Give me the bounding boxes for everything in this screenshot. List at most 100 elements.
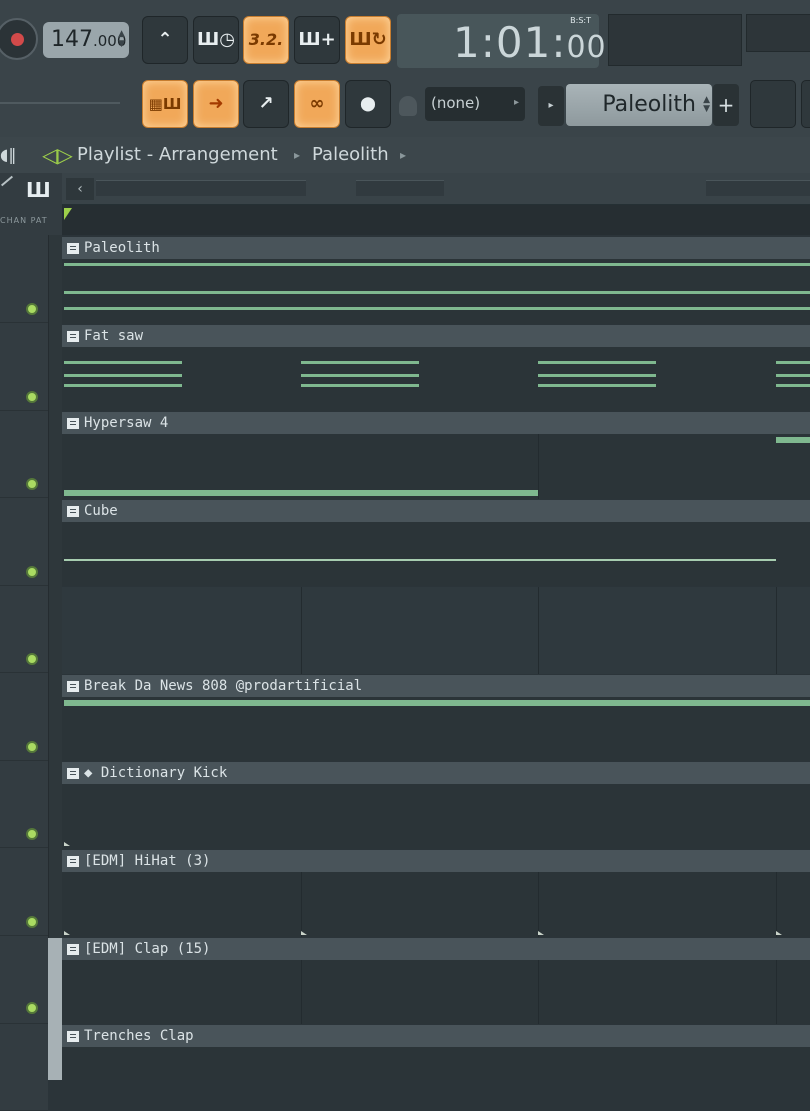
metronome-wait-button[interactable]: Ш◷: [193, 16, 239, 64]
playhead-marker[interactable]: [64, 208, 72, 220]
track-mute-led[interactable]: [26, 741, 38, 753]
clip-header[interactable]: ◆ Dictionary Kick: [62, 762, 810, 784]
track-mute-led[interactable]: [26, 828, 38, 840]
playlist-track[interactable]: [EDM] HiHat (3): [62, 850, 810, 937]
playlist-track[interactable]: Paleolith: [62, 237, 810, 324]
speaker-icon[interactable]: ◁▷: [42, 137, 73, 173]
track-mute-led[interactable]: [26, 478, 38, 490]
clip-header[interactable]: Fat saw: [62, 325, 810, 347]
snap-arrow-button[interactable]: ➜: [193, 80, 239, 128]
playlist-track[interactable]: Cube: [62, 500, 810, 586]
breadcrumb[interactable]: Paleolith: [312, 137, 389, 173]
track-mute-led[interactable]: [26, 1002, 38, 1014]
clip-header[interactable]: Cube: [62, 500, 810, 522]
clip-body[interactable]: [62, 522, 810, 586]
bar-gridline: [776, 872, 777, 937]
clip-header[interactable]: Paleolith: [62, 237, 810, 259]
clip-header[interactable]: [EDM] Clap (15): [62, 938, 810, 960]
clip-body[interactable]: [62, 434, 810, 499]
clip-header[interactable]: Trenches Clap: [62, 1025, 810, 1047]
track-header[interactable]: [0, 762, 48, 848]
track-header[interactable]: [0, 675, 48, 761]
clip-body[interactable]: [62, 697, 810, 761]
pattern-play-button[interactable]: ▸: [538, 86, 564, 126]
selected-track-indicator: [48, 938, 62, 1080]
step-edit-button[interactable]: Ш+: [294, 16, 340, 64]
toolbar: 147.000 ▲ ▼ ⌃ Ш◷ 3.2. Ш+ Ш↻ 1:01:00 B:S:T …: [0, 0, 810, 137]
clip-label: Cube: [84, 503, 118, 519]
track-header[interactable]: [0, 587, 48, 673]
tempo-display[interactable]: 147.000 ▲ ▼: [43, 22, 129, 58]
typing-keyboard-to-piano-button[interactable]: ⌃: [142, 16, 188, 64]
clip-menu-icon[interactable]: [67, 418, 79, 429]
record-button[interactable]: [0, 18, 38, 60]
note: [776, 361, 810, 364]
blend-recording-button[interactable]: ▦Ш: [142, 80, 188, 128]
track-header[interactable]: [0, 850, 48, 936]
clip-label: ◆ Dictionary Kick: [84, 765, 228, 781]
empty-track[interactable]: [62, 587, 810, 674]
timeline-ruler[interactable]: [62, 205, 810, 235]
track-header[interactable]: [0, 500, 48, 586]
clip-header[interactable]: [EDM] HiHat (3): [62, 850, 810, 872]
note: [776, 384, 810, 387]
track-mute-led[interactable]: [26, 566, 38, 578]
playlist-track[interactable]: Fat saw: [62, 325, 810, 411]
track-mute-led[interactable]: [26, 303, 38, 315]
clip-menu-icon[interactable]: [67, 1031, 79, 1042]
piano-icon[interactable]: Ш: [26, 178, 51, 202]
track-mute-led[interactable]: [26, 916, 38, 928]
clip-menu-icon[interactable]: [67, 681, 79, 692]
loop-recording-button[interactable]: Ш↻: [345, 16, 391, 64]
note: [538, 361, 656, 364]
time-display[interactable]: 1:01:00 B:S:T: [397, 14, 606, 68]
pause-icon[interactable]: ◖‖: [0, 137, 18, 173]
clip-menu-icon[interactable]: [67, 331, 79, 342]
clip-body[interactable]: [62, 1047, 810, 1080]
countdown-button[interactable]: 3.2.: [243, 16, 289, 64]
track-header[interactable]: [0, 1025, 48, 1111]
note-marker: [64, 842, 70, 846]
clip-body[interactable]: [62, 960, 810, 1024]
chain-link-button[interactable]: ∞: [294, 80, 340, 128]
current-pattern-box[interactable]: Paleolith ▲ ▼: [566, 84, 712, 126]
tempo-spinner-icon[interactable]: ▲ ▼: [118, 29, 125, 49]
master-pitch-slider[interactable]: [0, 102, 120, 104]
hat-icon: ⬤: [360, 96, 376, 112]
clip-menu-icon[interactable]: [67, 243, 79, 254]
tempo-value: 147: [51, 27, 93, 52]
track-header[interactable]: [0, 938, 48, 1024]
track-mute-led[interactable]: [26, 653, 38, 665]
playlist-track[interactable]: ◆ Dictionary Kick: [62, 762, 810, 849]
clip-header[interactable]: Hypersaw 4: [62, 412, 810, 434]
clip-header[interactable]: Break Da News 808 @prodartificial: [62, 675, 810, 697]
bar-gridline: [776, 960, 777, 1024]
playlist-track[interactable]: Break Da News 808 @prodartificial: [62, 675, 810, 761]
clip-body[interactable]: [62, 347, 810, 411]
track-header[interactable]: [0, 237, 48, 323]
clip-menu-icon[interactable]: [67, 768, 79, 779]
chain-link-icon: ∞: [309, 93, 325, 114]
playlist-track[interactable]: Hypersaw 4: [62, 412, 810, 499]
playlist-track[interactable]: Trenches Clap: [62, 1025, 810, 1080]
playlist-track[interactable]: [EDM] Clap (15): [62, 938, 810, 1024]
pattern-selector[interactable]: (none) ▸: [425, 87, 525, 121]
pattern-spinner-icon[interactable]: ▲ ▼: [703, 96, 710, 114]
clip-body[interactable]: [62, 872, 810, 937]
track-header[interactable]: [0, 325, 48, 411]
link-button[interactable]: ↗: [243, 80, 289, 128]
add-pattern-button[interactable]: +: [713, 84, 739, 126]
track-mute-led[interactable]: [26, 391, 38, 403]
extra-toolbar-button[interactable]: [801, 80, 810, 128]
scroll-left-button[interactable]: ‹: [66, 178, 94, 200]
clip-menu-icon[interactable]: [67, 506, 79, 517]
clip-menu-icon[interactable]: [67, 944, 79, 955]
snap-arrow-icon: ➜: [208, 93, 224, 114]
clip-menu-icon[interactable]: [67, 856, 79, 867]
hat-button[interactable]: ⬤: [345, 80, 391, 128]
mixer-button[interactable]: [750, 80, 796, 128]
time-sub: 00: [566, 30, 607, 65]
clip-body[interactable]: [62, 259, 810, 324]
track-header[interactable]: [0, 412, 48, 498]
clip-body[interactable]: [62, 784, 810, 849]
